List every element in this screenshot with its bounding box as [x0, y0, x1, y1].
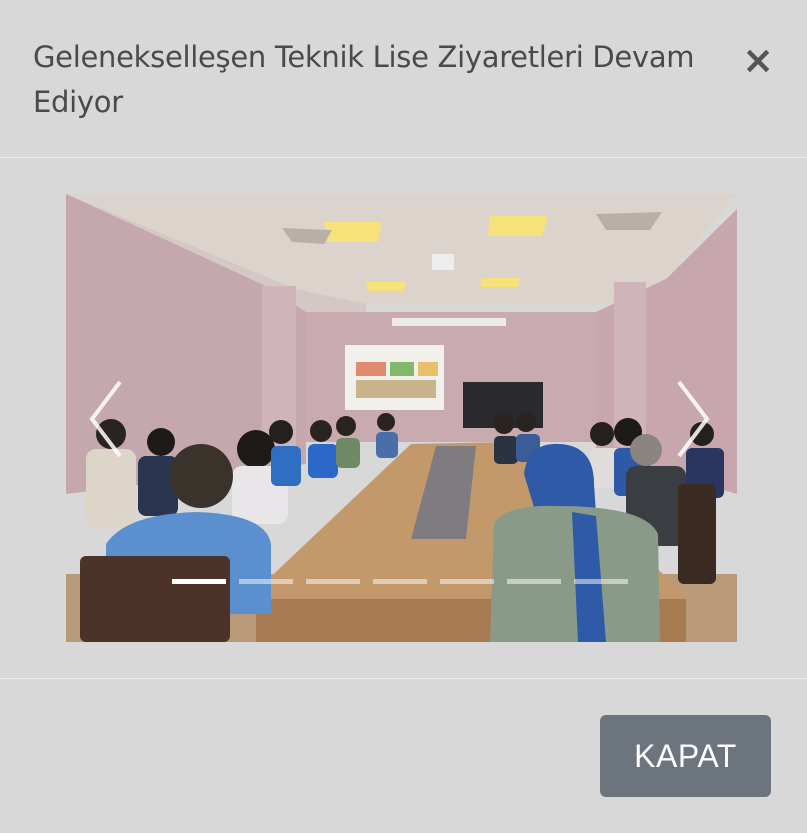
carousel-next-control[interactable] — [663, 374, 723, 464]
carousel-prev-control[interactable] — [80, 374, 140, 464]
close-icon[interactable]: × — [738, 38, 778, 82]
chevron-left-icon — [89, 380, 122, 458]
carousel-indicator[interactable] — [172, 579, 226, 584]
carousel-indicator[interactable] — [440, 579, 494, 584]
modal-body — [0, 158, 807, 678]
carousel-indicator[interactable] — [507, 579, 561, 584]
carousel-photo — [66, 194, 737, 642]
carousel-indicator[interactable] — [574, 579, 628, 584]
carousel-indicator[interactable] — [239, 579, 293, 584]
carousel-indicator[interactable] — [373, 579, 427, 584]
modal-footer: KAPAT — [0, 678, 807, 833]
modal-dialog: Gelenekselleşen Teknik Lise Ziyaretleri … — [0, 0, 807, 833]
close-button[interactable]: KAPAT — [600, 715, 771, 797]
modal-header: Gelenekselleşen Teknik Lise Ziyaretleri … — [0, 0, 807, 158]
carousel-indicator[interactable] — [306, 579, 360, 584]
chevron-right-icon — [677, 380, 710, 458]
modal-title: Gelenekselleşen Teknik Lise Ziyaretleri … — [33, 40, 695, 119]
image-carousel[interactable] — [66, 194, 737, 642]
carousel-indicators — [172, 579, 632, 585]
